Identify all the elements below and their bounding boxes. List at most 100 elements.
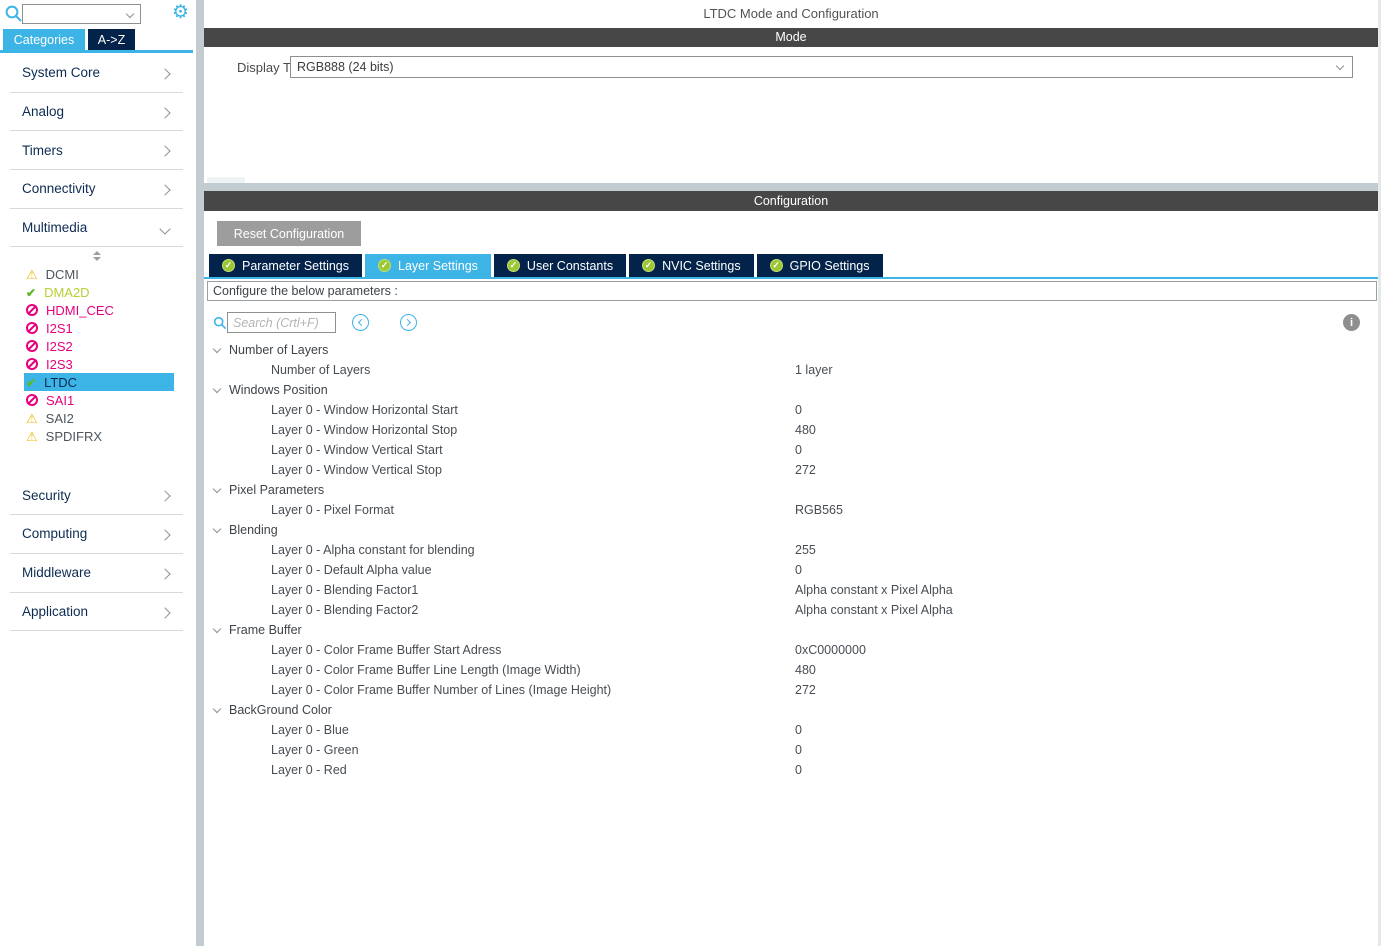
tree-row[interactable]: Layer 0 - Window Vertical Stop 272 xyxy=(204,460,1378,480)
list-collapse-spinner[interactable] xyxy=(10,247,183,261)
tab-categories[interactable]: Categories xyxy=(3,29,85,50)
display-type-select[interactable]: RGB888 (24 bits) xyxy=(290,56,1353,78)
peripheral-item-i2s1[interactable]: I2S1 xyxy=(24,319,174,337)
peripheral-item-ltdc[interactable]: LTDC xyxy=(24,373,174,391)
chevron-down-icon[interactable] xyxy=(213,344,221,352)
parameter-value[interactable]: 480 xyxy=(795,663,816,677)
chevron-down-icon[interactable] xyxy=(213,624,221,632)
sidebar-item-security[interactable]: Security xyxy=(10,476,183,515)
reset-configuration-button[interactable]: Reset Configuration xyxy=(217,221,361,246)
parameter-value[interactable]: 480 xyxy=(795,423,816,437)
peripheral-label: DCMI xyxy=(46,267,79,282)
tree-row[interactable]: Layer 0 - Pixel Format RGB565 xyxy=(204,500,1378,520)
tree-group-number-of-layers[interactable]: Number of Layers xyxy=(204,340,1378,360)
parameter-search-input[interactable] xyxy=(227,312,336,333)
tree-row[interactable]: Layer 0 - Window Horizontal Start 0 xyxy=(204,400,1378,420)
peripheral-label: I2S2 xyxy=(46,339,73,354)
sidebar-filter-combobox[interactable] xyxy=(22,4,141,24)
chevron-down-icon[interactable] xyxy=(213,704,221,712)
tab-a-to-z[interactable]: A->Z xyxy=(88,29,135,50)
tree-row[interactable]: Layer 0 - Blue 0 xyxy=(204,720,1378,740)
info-icon[interactable]: i xyxy=(1343,314,1360,331)
sidebar-item-application[interactable]: Application xyxy=(10,593,183,632)
display-type-value: RGB888 (24 bits) xyxy=(297,60,394,74)
peripheral-item-spdifrx[interactable]: SPDIFRX xyxy=(24,427,174,445)
multimedia-peripheral-list: DCMI DMA2D HDMI_CEC I2S1 I2S2 I2S3 xyxy=(10,261,183,445)
sidebar-item-system-core[interactable]: System Core xyxy=(10,54,183,93)
parameter-value[interactable]: 0 xyxy=(795,743,802,757)
tree-row[interactable]: Layer 0 - Green 0 xyxy=(204,740,1378,760)
tree-group-blending[interactable]: Blending xyxy=(204,520,1378,540)
triangle-down-icon xyxy=(93,257,101,261)
parameter-value[interactable]: 0 xyxy=(795,563,802,577)
parameter-value[interactable]: 0 xyxy=(795,723,802,737)
tree-row[interactable]: Number of Layers 1 layer xyxy=(204,360,1378,380)
parameter-value[interactable]: 272 xyxy=(795,683,816,697)
chevron-down-icon[interactable] xyxy=(213,484,221,492)
tree-row[interactable]: Layer 0 - Color Frame Buffer Start Adres… xyxy=(204,640,1378,660)
tree-row[interactable]: Layer 0 - Color Frame Buffer Line Length… xyxy=(204,660,1378,680)
peripheral-item-sai2[interactable]: SAI2 xyxy=(24,409,174,427)
peripheral-item-hdmi-cec[interactable]: HDMI_CEC xyxy=(24,301,174,319)
sidebar-item-analog[interactable]: Analog xyxy=(10,93,183,132)
tree-row[interactable]: Layer 0 - Window Horizontal Stop 480 xyxy=(204,420,1378,440)
parameter-value[interactable]: 1 layer xyxy=(795,363,833,377)
sidebar-item-computing[interactable]: Computing xyxy=(10,515,183,554)
tab-layer-settings[interactable]: Layer Settings xyxy=(365,254,491,277)
parameter-value[interactable]: 272 xyxy=(795,463,816,477)
peripheral-item-i2s2[interactable]: I2S2 xyxy=(24,337,174,355)
gear-icon[interactable]: ⚙ xyxy=(172,2,189,24)
tree-group-background-color[interactable]: BackGround Color xyxy=(204,700,1378,720)
tab-nvic-settings[interactable]: NVIC Settings xyxy=(629,254,754,277)
peripheral-label: SAI2 xyxy=(46,411,74,426)
chevron-right-icon xyxy=(159,107,170,118)
chevron-down-icon[interactable] xyxy=(213,524,221,532)
chevron-down-icon xyxy=(1336,62,1344,70)
horizontal-splitter[interactable] xyxy=(204,183,1378,191)
tree-row[interactable]: Layer 0 - Blending Factor2 Alpha constan… xyxy=(204,600,1378,620)
parameter-label: Layer 0 - Color Frame Buffer Start Adres… xyxy=(271,643,501,657)
parameter-value[interactable]: 0 xyxy=(795,403,802,417)
peripheral-label: DMA2D xyxy=(44,285,90,300)
parameter-value[interactable]: Alpha constant x Pixel Alpha xyxy=(795,603,953,617)
parameters-banner: Configure the below parameters : xyxy=(207,281,1377,301)
sidebar-item-label: System Core xyxy=(22,65,100,80)
tree-group-windows-position[interactable]: Windows Position xyxy=(204,380,1378,400)
parameter-label: Layer 0 - Red xyxy=(271,763,347,777)
tree-row[interactable]: Layer 0 - Default Alpha value 0 xyxy=(204,560,1378,580)
vertical-splitter[interactable] xyxy=(196,0,204,946)
parameter-value[interactable]: 255 xyxy=(795,543,816,557)
tab-user-constants[interactable]: User Constants xyxy=(494,254,626,277)
peripheral-item-dma2d[interactable]: DMA2D xyxy=(24,283,174,301)
peripheral-item-i2s3[interactable]: I2S3 xyxy=(24,355,174,373)
peripheral-item-dcmi[interactable]: DCMI xyxy=(24,265,174,283)
triangle-up-icon xyxy=(93,251,101,255)
parameter-value[interactable]: RGB565 xyxy=(795,503,843,517)
sidebar-tabbar: Categories A->Z xyxy=(0,28,193,53)
parameter-value[interactable]: 0 xyxy=(795,763,802,777)
sidebar-item-middleware[interactable]: Middleware xyxy=(10,554,183,593)
search-previous-button[interactable] xyxy=(352,314,369,331)
peripheral-item-sai1[interactable]: SAI1 xyxy=(24,391,174,409)
tree-row[interactable]: Layer 0 - Red 0 xyxy=(204,760,1378,780)
tree-row[interactable]: Layer 0 - Window Vertical Start 0 xyxy=(204,440,1378,460)
no-entry-icon xyxy=(26,394,38,406)
chevron-down-icon[interactable] xyxy=(213,384,221,392)
parameter-value[interactable]: 0 xyxy=(795,443,802,457)
parameter-value[interactable]: 0xC0000000 xyxy=(795,643,866,657)
search-icon xyxy=(213,316,227,333)
chevron-right-icon xyxy=(159,568,170,579)
search-next-button[interactable] xyxy=(400,314,417,331)
tab-gpio-settings[interactable]: GPIO Settings xyxy=(757,254,883,277)
tree-group-label: Frame Buffer xyxy=(229,623,302,637)
sidebar-item-connectivity[interactable]: Connectivity xyxy=(10,170,183,209)
sidebar-item-timers[interactable]: Timers xyxy=(10,131,183,170)
tree-row[interactable]: Layer 0 - Alpha constant for blending 25… xyxy=(204,540,1378,560)
tab-parameter-settings[interactable]: Parameter Settings xyxy=(209,254,362,277)
tree-group-pixel-parameters[interactable]: Pixel Parameters xyxy=(204,480,1378,500)
tree-row[interactable]: Layer 0 - Blending Factor1 Alpha constan… xyxy=(204,580,1378,600)
tree-group-frame-buffer[interactable]: Frame Buffer xyxy=(204,620,1378,640)
tree-row[interactable]: Layer 0 - Color Frame Buffer Number of L… xyxy=(204,680,1378,700)
parameter-value[interactable]: Alpha constant x Pixel Alpha xyxy=(795,583,953,597)
sidebar-item-multimedia[interactable]: Multimedia xyxy=(10,209,183,248)
